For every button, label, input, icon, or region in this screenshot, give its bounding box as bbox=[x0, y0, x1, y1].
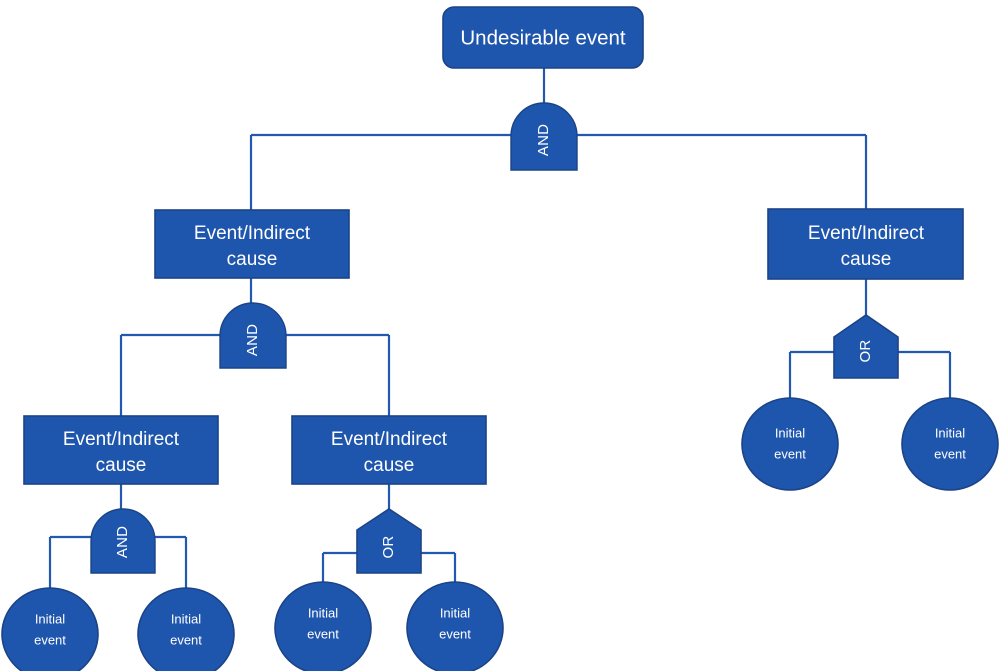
gate-left-label: AND bbox=[244, 324, 261, 356]
initial-5-ellipse[interactable] bbox=[741, 397, 839, 491]
initial-1-ellipse[interactable] bbox=[1, 587, 99, 671]
event-bottom-left-label-line1: Event/Indirect bbox=[63, 429, 180, 450]
node-initial-4[interactable]: Initial event bbox=[406, 581, 504, 671]
initial-6-ellipse[interactable] bbox=[901, 397, 999, 491]
node-initial-3[interactable]: Initial event bbox=[274, 581, 372, 671]
initial-3-label-line2: event bbox=[307, 626, 339, 641]
initial-3-label-line1: Initial bbox=[308, 605, 338, 620]
event-bottom-mid-label-line1: Event/Indirect bbox=[331, 429, 448, 450]
node-event-bottom-mid[interactable]: Event/Indirect cause bbox=[291, 415, 487, 485]
top-event-label: Undesirable event bbox=[460, 26, 626, 49]
node-gate-left[interactable]: AND bbox=[219, 302, 287, 369]
initial-2-label-line1: Initial bbox=[171, 611, 201, 626]
initial-1-label-line2: event bbox=[34, 632, 66, 647]
node-gate-bottom-mid[interactable]: OR bbox=[356, 508, 422, 574]
node-gate-right[interactable]: OR bbox=[833, 314, 899, 379]
fault-tree-diagram: Undesirable event AND Event/Indirect cau… bbox=[0, 0, 1000, 671]
initial-4-label-line1: Initial bbox=[440, 605, 470, 620]
initial-6-label-line2: event bbox=[934, 446, 966, 461]
gate-bottom-left-label: AND bbox=[114, 526, 131, 558]
node-gate-top[interactable]: AND bbox=[510, 102, 578, 171]
node-initial-2[interactable]: Initial event bbox=[137, 587, 235, 671]
event-bottom-mid-label-line2: cause bbox=[364, 455, 415, 476]
initial-5-label-line2: event bbox=[774, 446, 806, 461]
gate-right-label: OR bbox=[857, 340, 874, 363]
node-initial-6[interactable]: Initial event bbox=[901, 397, 999, 491]
event-left-label-line2: cause bbox=[227, 249, 278, 270]
node-event-left[interactable]: Event/Indirect cause bbox=[154, 209, 350, 279]
node-event-bottom-left[interactable]: Event/Indirect cause bbox=[23, 415, 219, 485]
node-event-right[interactable]: Event/Indirect cause bbox=[767, 208, 964, 280]
event-right-label-line1: Event/Indirect bbox=[808, 223, 925, 244]
fault-tree-canvas: Undesirable event AND Event/Indirect cau… bbox=[1, 6, 999, 671]
node-initial-1[interactable]: Initial event bbox=[1, 587, 99, 671]
connector-group bbox=[48, 68, 952, 588]
event-left-label-line1: Event/Indirect bbox=[194, 223, 311, 244]
initial-2-label-line2: event bbox=[170, 632, 202, 647]
initial-5-label-line1: Initial bbox=[775, 425, 805, 440]
initial-6-label-line1: Initial bbox=[935, 425, 965, 440]
event-bottom-left-label-line2: cause bbox=[96, 455, 147, 476]
initial-4-label-line2: event bbox=[439, 626, 471, 641]
initial-2-ellipse[interactable] bbox=[137, 587, 235, 671]
gate-top-label: AND bbox=[535, 124, 552, 156]
gate-bottom-mid-label: OR bbox=[380, 536, 397, 559]
event-right-label-line2: cause bbox=[841, 249, 892, 270]
node-gate-bottom-left[interactable]: AND bbox=[90, 508, 156, 574]
initial-1-label-line1: Initial bbox=[35, 611, 65, 626]
node-initial-5[interactable]: Initial event bbox=[741, 397, 839, 491]
node-top-event[interactable]: Undesirable event bbox=[442, 6, 644, 69]
